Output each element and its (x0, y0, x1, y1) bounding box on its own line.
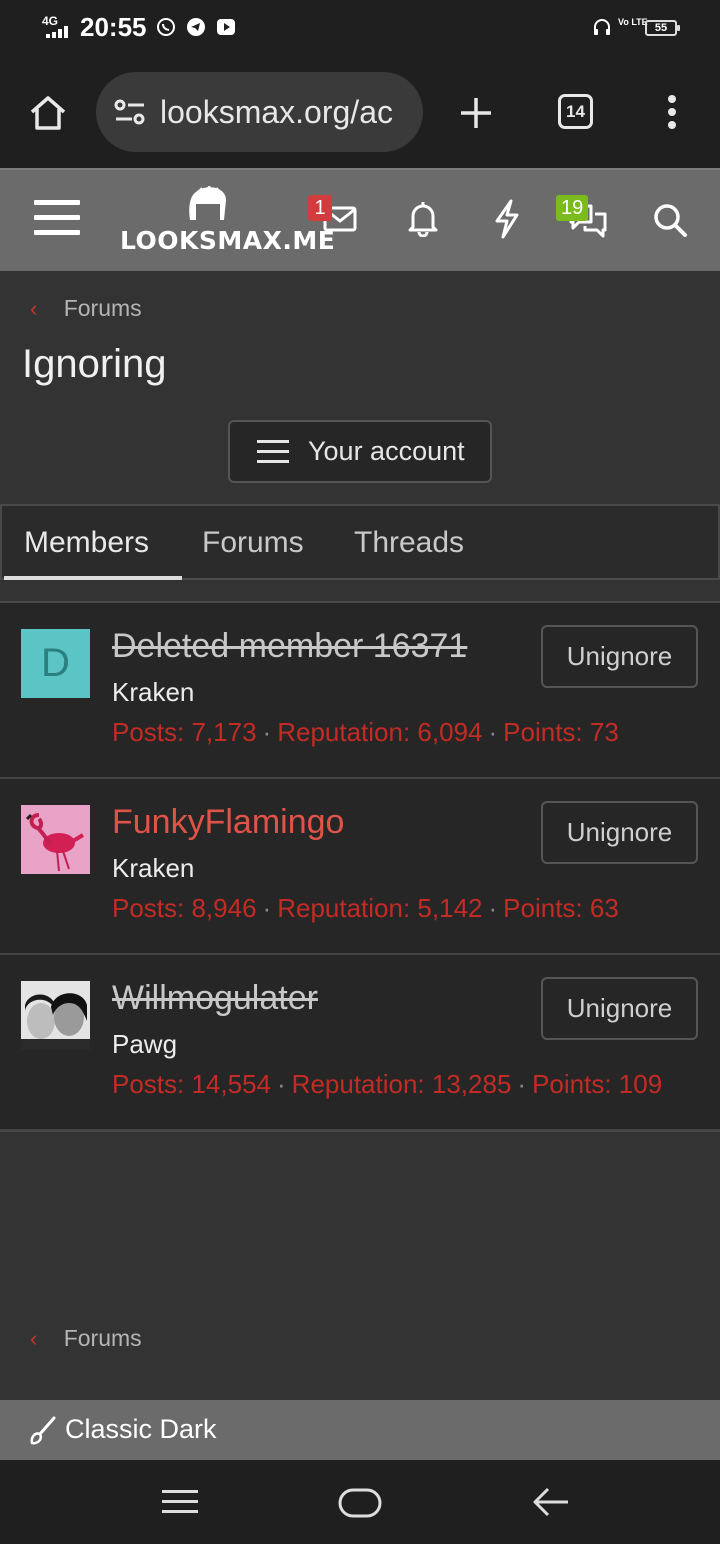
posts-count: Posts: 7,173 (112, 717, 257, 747)
points-count: Points: 109 (532, 1069, 663, 1099)
recents-menu-icon[interactable] (162, 1488, 198, 1516)
search-icon[interactable] (652, 202, 688, 238)
browser-toolbar: looksmax.org/ac 14 (0, 56, 720, 168)
bell-icon[interactable] (407, 201, 439, 237)
youtube-icon (217, 19, 235, 35)
footer-breadcrumb[interactable]: ‹ Forums (30, 1325, 142, 1352)
ignored-members-list: D Deleted member 16371 Kraken Posts: 7,1… (0, 601, 720, 1132)
tab-forums[interactable]: Forums (202, 526, 304, 560)
paintbrush-icon (30, 1416, 56, 1445)
unignore-button[interactable]: Unignore (541, 801, 698, 864)
inbox-badge: 1 (308, 195, 332, 221)
ignored-tabs: Members Forums Threads (0, 504, 720, 580)
logo-hair-icon (189, 186, 226, 220)
posts-count: Posts: 8,946 (112, 893, 257, 923)
member-stats: Posts: 14,554 · Reputation: 13,285 · Points:… (112, 1069, 663, 1099)
status-bar: 4G 20:55 Vo LTE 55 (0, 0, 720, 56)
member-stats: Posts: 7,173 · Reputation: 6,094 · Points: 7… (112, 717, 619, 747)
unignore-button[interactable]: Unignore (541, 977, 698, 1040)
your-account-label: Your account (308, 436, 465, 466)
avatar-letter: D (41, 641, 70, 685)
unignore-button[interactable]: Unignore (541, 625, 698, 688)
chats-badge: 19 (556, 195, 589, 221)
clock: 20:55 (80, 12, 147, 42)
tab-threads[interactable]: Threads (354, 526, 464, 560)
page-title: Ignoring (22, 342, 167, 386)
chevron-left-icon: ‹ (30, 296, 38, 321)
member-title: Kraken (112, 677, 195, 707)
reputation-count: Reputation: 6,094 (277, 717, 483, 747)
reputation-count: Reputation: 5,142 (277, 893, 483, 923)
system-navigation-bar (0, 1460, 720, 1544)
volte-indicator: Vo LTE (618, 17, 648, 27)
tab-switcher-button[interactable]: 14 (558, 94, 593, 129)
avatar[interactable] (21, 981, 90, 1050)
member-stats: Posts: 8,946 · Reputation: 5,142 · Points: 6… (112, 893, 619, 923)
more-options-icon[interactable] (664, 94, 680, 130)
headphones-icon (594, 19, 610, 35)
url-text[interactable]: looksmax.org/ac (160, 94, 393, 131)
member-name[interactable]: Willmogulater (112, 979, 318, 1018)
breadcrumb[interactable]: ‹ Forums (30, 295, 142, 322)
battery-indicator: 55 (645, 20, 680, 36)
list-item: Willmogulater Pawg Posts: 14,554 · Reputat… (0, 955, 720, 1131)
style-chooser[interactable]: Classic Dark (0, 1400, 720, 1460)
address-bar[interactable]: looksmax.org/ac (96, 72, 423, 152)
member-name[interactable]: FunkyFlamingo (112, 803, 344, 842)
avatar[interactable]: D (21, 629, 90, 698)
style-chooser-label[interactable]: Classic Dark (65, 1414, 217, 1445)
avatar[interactable] (21, 805, 90, 874)
member-title: Pawg (112, 1029, 178, 1059)
lightning-icon[interactable] (493, 199, 521, 239)
signal-icon (46, 26, 68, 38)
points-count: Points: 63 (503, 893, 619, 923)
member-name[interactable]: Deleted member 16371 (112, 627, 467, 666)
your-account-button[interactable]: Your account (228, 420, 492, 483)
home-icon[interactable] (28, 94, 68, 132)
whatsapp-icon (157, 18, 175, 36)
site-header: LOOKSMAX.ME 1 19 (0, 168, 720, 271)
hamburger-menu-icon[interactable] (34, 198, 80, 238)
points-count: Points: 73 (503, 717, 619, 747)
home-button-icon[interactable] (338, 1488, 382, 1518)
list-item: FunkyFlamingo Kraken Posts: 8,946 · Reputa… (0, 779, 720, 955)
telegram-icon (187, 18, 205, 36)
list-item: D Deleted member 16371 Kraken Posts: 7,1… (0, 603, 720, 779)
member-title: Kraken (112, 853, 195, 883)
chevron-left-icon: ‹ (30, 1326, 38, 1351)
posts-count: Posts: 14,554 (112, 1069, 271, 1099)
active-tab-indicator (4, 576, 182, 580)
footer-breadcrumb-forums[interactable]: Forums (64, 1325, 142, 1351)
tab-members[interactable]: Members (24, 526, 149, 560)
back-arrow-icon[interactable] (532, 1486, 570, 1518)
site-settings-icon[interactable] (114, 98, 146, 126)
new-tab-icon[interactable] (459, 96, 493, 130)
reputation-count: Reputation: 13,285 (291, 1069, 512, 1099)
breadcrumb-forums[interactable]: Forums (64, 295, 142, 321)
menu-lines-icon (257, 440, 289, 463)
photo-avatar-image (21, 981, 90, 1050)
flamingo-avatar-image (21, 805, 90, 874)
site-logo[interactable]: LOOKSMAX.ME (120, 226, 335, 255)
